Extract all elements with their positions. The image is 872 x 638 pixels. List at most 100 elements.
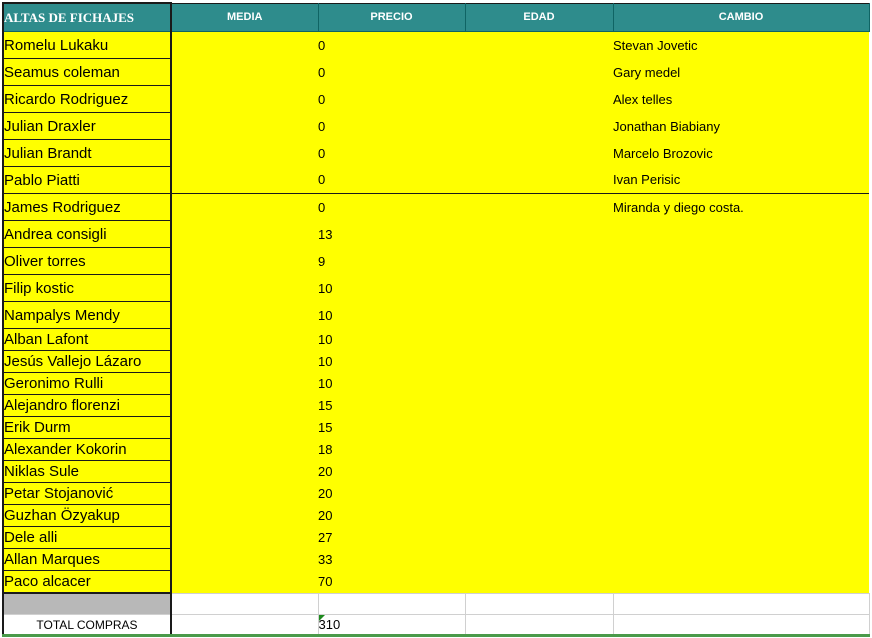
edad-cell[interactable] (465, 193, 613, 221)
edad-cell[interactable] (465, 328, 613, 351)
edad-cell[interactable] (465, 274, 613, 302)
media-cell[interactable] (171, 416, 318, 439)
media-cell[interactable] (171, 274, 318, 302)
edad-cell[interactable] (465, 58, 613, 86)
cambio-cell[interactable] (613, 247, 869, 275)
total-label-cell[interactable]: TOTAL COMPRAS (2, 614, 172, 637)
edad-cell[interactable] (465, 139, 613, 167)
precio-cell[interactable]: 20 (318, 504, 465, 527)
precio-cell[interactable]: 10 (318, 274, 465, 302)
precio-cell[interactable]: 0 (318, 139, 465, 167)
cambio-cell[interactable]: Miranda y diego costa. (613, 193, 869, 221)
cambio-cell[interactable]: Ivan Perisic (613, 166, 869, 194)
media-cell[interactable] (171, 570, 318, 593)
player-name-cell[interactable]: Romelu Lukaku (2, 31, 172, 59)
blank-name-cell[interactable] (2, 592, 172, 615)
media-cell[interactable] (171, 166, 318, 194)
precio-cell[interactable]: 10 (318, 372, 465, 395)
blank-edad-cell[interactable] (464, 592, 614, 615)
edad-cell[interactable] (465, 526, 613, 549)
edad-cell[interactable] (465, 438, 613, 461)
precio-cell[interactable]: 15 (318, 416, 465, 439)
media-cell[interactable] (171, 301, 318, 329)
precio-cell[interactable]: 0 (318, 166, 465, 194)
player-name-cell[interactable]: Erik Durm (2, 416, 172, 439)
player-name-cell[interactable]: Allan Marques (2, 548, 172, 571)
player-name-cell[interactable]: Pablo Piatti (2, 166, 172, 194)
player-name-cell[interactable]: Alejandro florenzi (2, 394, 172, 417)
precio-cell[interactable]: 70 (318, 570, 465, 593)
blank-precio-cell[interactable] (317, 592, 466, 615)
player-name-cell[interactable]: Filip kostic (2, 274, 172, 302)
media-cell[interactable] (171, 350, 318, 373)
cambio-cell[interactable] (613, 526, 869, 549)
media-cell[interactable] (171, 58, 318, 86)
edad-cell[interactable] (465, 416, 613, 439)
precio-cell[interactable]: 10 (318, 301, 465, 329)
cambio-cell[interactable]: Gary medel (613, 58, 869, 86)
cambio-cell[interactable] (613, 416, 869, 439)
media-cell[interactable] (171, 31, 318, 59)
player-name-cell[interactable]: Paco alcacer (2, 570, 172, 594)
precio-cell[interactable]: 18 (318, 438, 465, 461)
edad-cell[interactable] (465, 394, 613, 417)
player-name-cell[interactable]: Oliver torres (2, 247, 172, 275)
player-name-cell[interactable]: Jesús Vallejo Lázaro (2, 350, 172, 373)
precio-cell[interactable]: 27 (318, 526, 465, 549)
precio-cell[interactable]: 33 (318, 548, 465, 571)
edad-cell[interactable] (465, 85, 613, 113)
cambio-cell[interactable] (613, 394, 869, 417)
edad-cell[interactable] (465, 301, 613, 329)
cambio-cell[interactable] (613, 350, 869, 373)
edad-cell[interactable] (465, 166, 613, 194)
player-name-cell[interactable]: Dele alli (2, 526, 172, 549)
precio-cell[interactable]: 0 (318, 85, 465, 113)
edad-cell[interactable] (465, 350, 613, 373)
cambio-cell[interactable]: Marcelo Brozovic (613, 139, 869, 167)
cambio-cell[interactable] (613, 274, 869, 302)
cambio-cell[interactable] (613, 482, 869, 505)
edad-cell[interactable] (465, 504, 613, 527)
precio-cell[interactable]: 0 (318, 58, 465, 86)
media-cell[interactable] (171, 193, 318, 221)
edad-cell[interactable] (465, 570, 613, 593)
edad-header-cell[interactable]: EDAD (464, 2, 614, 32)
edad-cell[interactable] (465, 460, 613, 483)
player-name-cell[interactable]: Alexander Kokorin (2, 438, 172, 461)
total-media-cell[interactable] (170, 614, 319, 637)
media-cell[interactable] (171, 526, 318, 549)
blank-cambio-cell[interactable] (612, 592, 870, 615)
media-cell[interactable] (171, 220, 318, 248)
player-name-cell[interactable]: Alban Lafont (2, 328, 172, 351)
media-cell[interactable] (171, 460, 318, 483)
player-name-cell[interactable]: Geronimo Rulli (2, 372, 172, 395)
cambio-cell[interactable] (613, 548, 869, 571)
media-cell[interactable] (171, 85, 318, 113)
edad-cell[interactable] (465, 482, 613, 505)
cambio-header-cell[interactable]: CAMBIO (612, 2, 870, 32)
media-cell[interactable] (171, 438, 318, 461)
title-header-cell[interactable]: ALTAS DE FICHAJES (2, 2, 172, 32)
media-cell[interactable] (171, 482, 318, 505)
cambio-cell[interactable] (613, 460, 869, 483)
precio-cell[interactable]: 10 (318, 328, 465, 351)
cambio-cell[interactable]: Jonathan Biabiany (613, 112, 869, 140)
edad-cell[interactable] (465, 372, 613, 395)
cambio-cell[interactable] (613, 570, 869, 593)
precio-header-cell[interactable]: PRECIO (317, 2, 466, 32)
media-cell[interactable] (171, 328, 318, 351)
media-cell[interactable] (171, 394, 318, 417)
cambio-cell[interactable] (613, 220, 869, 248)
blank-media-cell[interactable] (170, 592, 319, 615)
precio-cell[interactable]: 10 (318, 350, 465, 373)
player-name-cell[interactable]: Nampalys Mendy (2, 301, 172, 329)
player-name-cell[interactable]: Andrea consigli (2, 220, 172, 248)
player-name-cell[interactable]: James Rodriguez (2, 193, 172, 221)
total-edad-cell[interactable] (464, 614, 614, 637)
cambio-cell[interactable] (613, 301, 869, 329)
precio-cell[interactable]: 20 (318, 460, 465, 483)
total-cambio-cell[interactable] (612, 614, 870, 637)
player-name-cell[interactable]: Seamus coleman (2, 58, 172, 86)
media-cell[interactable] (171, 548, 318, 571)
player-name-cell[interactable]: Julian Draxler (2, 112, 172, 140)
